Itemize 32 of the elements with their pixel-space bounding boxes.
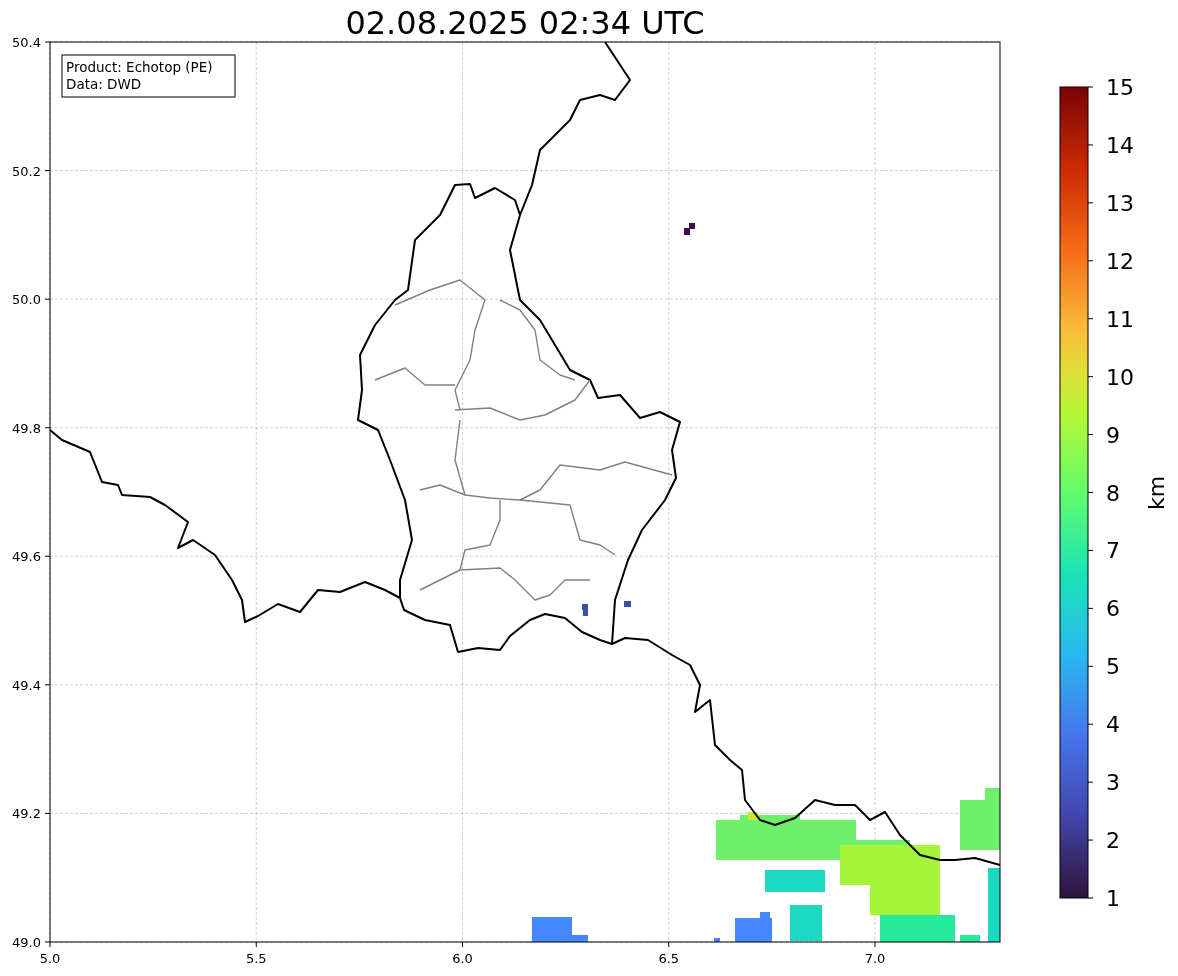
x-tick-label: 7.0 (864, 951, 886, 966)
colorbar-tick-label: 3 (1106, 770, 1120, 796)
colorbar-tick-label: 9 (1106, 422, 1120, 448)
colorbar-tick-label: 6 (1106, 596, 1120, 622)
y-tick-label: 49.0 (12, 935, 41, 950)
y-tick-label: 50.0 (12, 292, 41, 308)
y-tick-label: 49.6 (12, 549, 41, 565)
colorbar-label: km (1144, 475, 1169, 511)
colorbar-tick-label: 2 (1106, 828, 1120, 854)
chart-title: 02.08.2025 02:34 UTC (345, 4, 705, 42)
info-text: Data: DWD (66, 76, 142, 92)
colorbar-tick-label: 13 (1106, 190, 1134, 216)
colorbar-tick-label: 11 (1106, 306, 1134, 332)
y-tick-label: 49.4 (12, 677, 41, 693)
colorbar-tick-label: 7 (1106, 538, 1120, 564)
colorbar-tick-label: 5 (1106, 654, 1120, 680)
colorbar-tick-label: 14 (1106, 132, 1134, 158)
x-tick-label: 5.5 (245, 951, 267, 966)
colorbar-tick-label: 4 (1106, 712, 1120, 738)
colorbar-tick-label: 15 (1106, 75, 1134, 100)
colorbar-tick-label: 1 (1106, 886, 1120, 911)
info-text: Product: Echotop (PE) (66, 59, 213, 75)
colorbar-tick-label: 8 (1106, 480, 1120, 506)
y-tick-label: 50.4 (12, 35, 41, 50)
colorbar-tick-label: 10 (1106, 364, 1134, 390)
x-tick-label: 5.0 (39, 951, 61, 966)
x-tick-label: 6.0 (452, 951, 473, 966)
x-tick-label: 6.5 (658, 951, 680, 966)
y-tick-label: 49.2 (12, 806, 41, 822)
y-tick-label: 50.2 (12, 163, 41, 179)
colorbar-tick-label: 12 (1106, 248, 1134, 274)
y-tick-label: 49.8 (12, 420, 41, 436)
